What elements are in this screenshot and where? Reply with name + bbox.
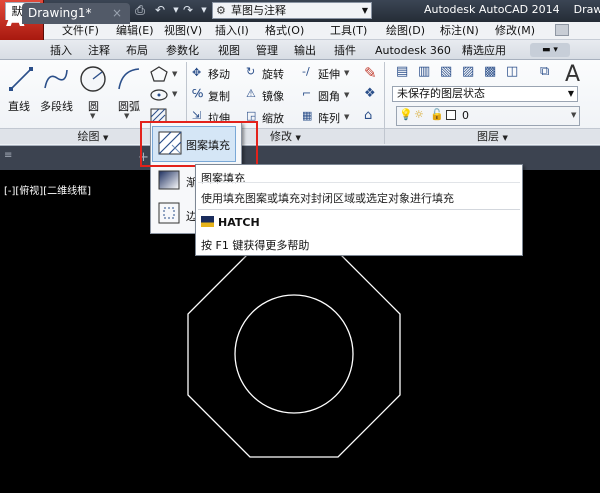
chevron-down-icon[interactable]: ▼ — [124, 112, 129, 120]
rotate-button[interactable]: 旋转 — [262, 66, 284, 82]
array-icon: ▦ — [302, 109, 313, 122]
extend-icon: -/ — [302, 65, 310, 78]
offset-icon[interactable]: ⌂ — [364, 108, 372, 123]
tooltip-title: 图案填充 — [201, 172, 245, 185]
tab-featured-apps[interactable]: 精选应用 — [462, 42, 506, 60]
mirror-icon: ⚠ — [246, 87, 256, 100]
fillet-button[interactable]: 圆角 — [318, 88, 340, 104]
current-layer-name: 0 — [462, 109, 469, 122]
chevron-down-icon[interactable]: ▼ — [172, 70, 177, 78]
layer-unisolate-icon[interactable]: ▨ — [462, 64, 474, 79]
layer-isolate-icon[interactable]: ▧ — [440, 64, 452, 79]
tooltip-command-name: HATCH — [218, 216, 260, 229]
menu-tools[interactable]: 工具(T) — [330, 22, 367, 40]
arc-icon — [118, 68, 140, 90]
boundary-icon — [158, 202, 180, 224]
toolbar-menu-icon[interactable] — [555, 24, 569, 36]
move-button[interactable]: 移动 — [208, 66, 230, 82]
layer-match-icon[interactable]: ⧉ — [540, 64, 549, 79]
undo-icon[interactable]: ↶ — [152, 2, 168, 18]
line-icon — [9, 67, 33, 91]
menu-draw[interactable]: 绘图(D) — [386, 22, 425, 40]
chevron-down-icon[interactable]: ▼ — [172, 90, 177, 98]
chevron-down-icon[interactable]: ▼ — [344, 113, 349, 121]
fillet-icon: ⌐ — [302, 87, 312, 100]
app-title: Autodesk AutoCAD 2014 Drawi — [424, 3, 600, 16]
command-icon — [201, 216, 214, 227]
tab-drawing1[interactable]: Drawing1* × — [22, 3, 130, 24]
layer-panel-footer[interactable]: 图层 ▼ — [385, 128, 600, 144]
tab-autodesk360[interactable]: Autodesk 360 — [375, 42, 451, 60]
tooltip-divider — [198, 209, 520, 210]
tab-drawing1-label: Drawing1* — [28, 6, 92, 20]
circle-tool-icon — [80, 66, 106, 92]
menu-dimension[interactable]: 标注(N) — [440, 22, 479, 40]
ribbon-minimize-toggle[interactable]: ▬ ▾ — [530, 43, 570, 57]
tab-addins[interactable]: 插件 — [334, 42, 356, 60]
file-title: Drawi — [573, 3, 600, 16]
layer-dropdown[interactable] — [396, 106, 580, 126]
tab-manage[interactable]: 管理 — [256, 42, 278, 60]
rotate-icon: ↻ — [246, 65, 256, 78]
menu-modify[interactable]: 修改(M) — [495, 22, 535, 40]
menu-file[interactable]: 文件(F) — [62, 22, 99, 40]
menu-insert[interactable]: 插入(I) — [215, 22, 249, 40]
redo-dropdown-icon[interactable]: ▼ — [196, 2, 212, 18]
move-icon: ✥ — [192, 66, 202, 79]
layer-states-icon[interactable]: ▥ — [418, 64, 430, 79]
copy-icon: ℅ — [192, 87, 204, 100]
menu-edit[interactable]: 编辑(E) — [116, 22, 154, 40]
redo-icon[interactable]: ↷ — [180, 2, 196, 18]
workspace-selector[interactable]: ⚙ 草图与注释 ▼ — [212, 2, 372, 19]
viewport-controls[interactable]: [-][俯视][二维线框] — [4, 182, 91, 197]
polyline-button[interactable]: 多段线 — [40, 98, 73, 114]
tooltip-help-hint: 按 F1 键获得更多帮助 — [201, 239, 310, 252]
chevron-down-icon[interactable]: ▼ — [344, 91, 349, 99]
tooltip-divider — [198, 182, 520, 183]
close-icon[interactable]: × — [112, 3, 122, 23]
tab-insert[interactable]: 插入 — [50, 42, 72, 60]
mirror-button[interactable]: 镜像 — [262, 88, 284, 104]
scale-button[interactable]: 缩放 — [262, 110, 284, 126]
tab-view[interactable]: 视图 — [218, 42, 240, 60]
circle-shape[interactable] — [234, 294, 354, 414]
copy-button[interactable]: 复制 — [208, 88, 230, 104]
gear-icon: ⚙ — [216, 4, 226, 17]
chevron-down-icon: ▼ — [571, 111, 577, 119]
line-button[interactable]: 直线 — [8, 98, 30, 114]
print-icon[interactable]: ⎙ — [132, 2, 148, 18]
polyline-icon — [44, 69, 68, 89]
workspace-label: 草图与注释 — [231, 4, 286, 17]
chevron-down-icon[interactable]: ▼ — [90, 112, 95, 120]
ellipse-icon[interactable] — [150, 88, 168, 102]
layer-freeze-icon[interactable]: ▩ — [484, 64, 496, 79]
array-button[interactable]: 阵列 — [318, 110, 340, 126]
erase-icon[interactable]: ✎ — [364, 64, 377, 82]
polygon-icon[interactable] — [150, 66, 168, 82]
tab-layout[interactable]: 布局 — [126, 42, 148, 60]
chevron-down-icon[interactable]: ▼ — [344, 69, 349, 77]
menu-format[interactable]: 格式(O) — [265, 22, 304, 40]
annotation-text-icon[interactable]: A — [565, 62, 580, 87]
layer-state-dropdown[interactable]: 未保存的图层状态 ▼ — [392, 86, 578, 102]
layer-state-label: 未保存的图层状态 — [397, 87, 485, 100]
file-tab-menu-icon[interactable]: ≡ — [4, 150, 12, 161]
tab-annotate[interactable]: 注释 — [88, 42, 110, 60]
explode-icon[interactable]: ❖ — [364, 86, 376, 101]
menu-view[interactable]: 视图(V) — [164, 22, 202, 40]
layer-properties-icon[interactable]: ▤ — [396, 64, 408, 79]
tab-parametric[interactable]: 参数化 — [166, 42, 199, 60]
tooltip-description: 使用填充图案或填充对封闭区域或选定对象进行填充 — [201, 192, 454, 205]
tab-output[interactable]: 输出 — [294, 42, 316, 60]
chevron-down-icon: ▼ — [361, 6, 368, 15]
red-highlight-annotation — [140, 121, 258, 167]
chevron-down-icon: ▼ — [567, 89, 574, 98]
gradient-icon — [158, 170, 180, 190]
layer-off-icon[interactable]: ◫ — [506, 64, 518, 79]
octagon-shape[interactable] — [187, 251, 401, 458]
extend-button[interactable]: 延伸 — [318, 66, 340, 82]
